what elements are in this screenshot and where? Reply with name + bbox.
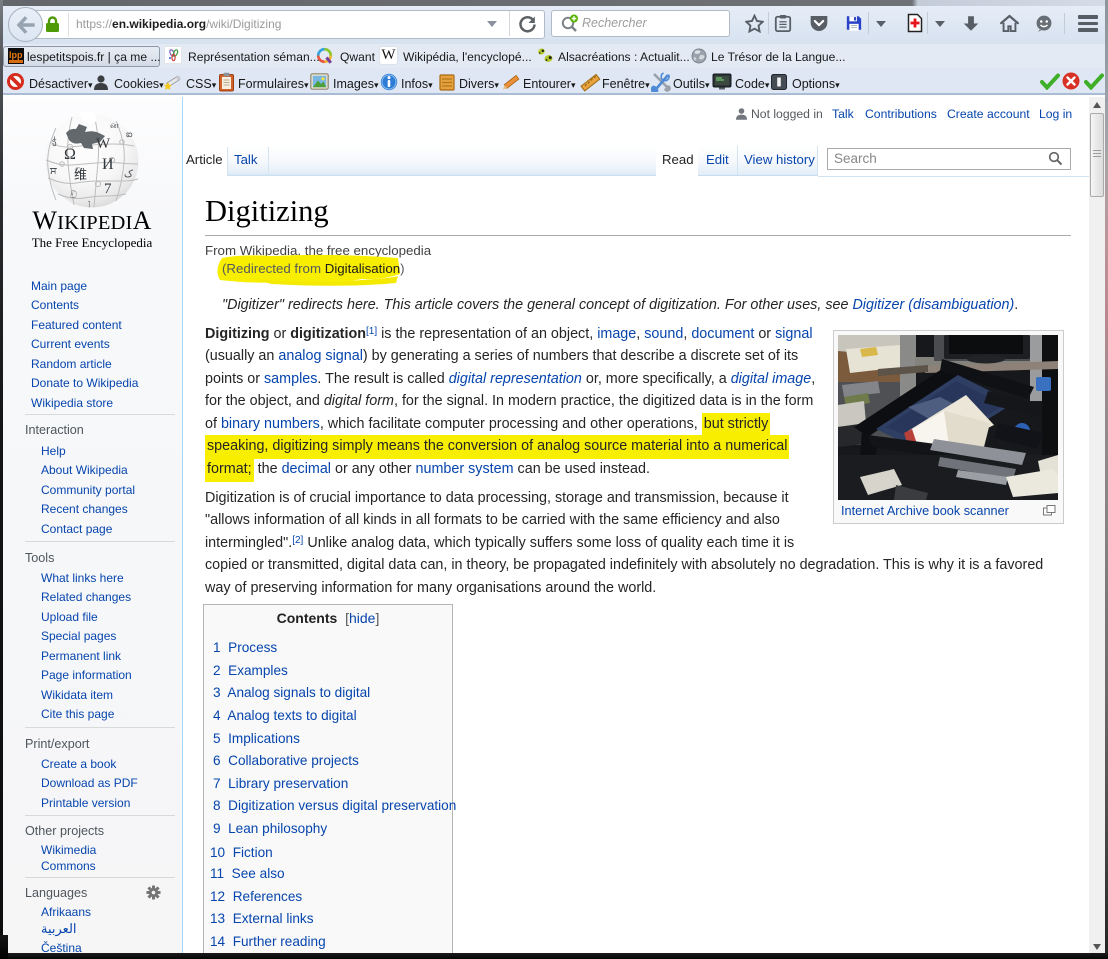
- svg-text:ک: ک: [124, 169, 133, 180]
- svg-text:ჭ: ჭ: [52, 136, 57, 147]
- svg-text:ன: ன: [110, 120, 119, 130]
- svg-text:И: И: [102, 156, 114, 173]
- svg-text:W: W: [96, 136, 111, 152]
- svg-text:ఐ: ఐ: [126, 129, 133, 139]
- svg-text:Ω: Ω: [64, 146, 76, 163]
- svg-text:维: 维: [74, 167, 87, 182]
- svg-text:7: 7: [104, 181, 112, 197]
- svg-text:ව: ව: [70, 190, 77, 201]
- svg-text:ਸ: ਸ: [49, 166, 57, 177]
